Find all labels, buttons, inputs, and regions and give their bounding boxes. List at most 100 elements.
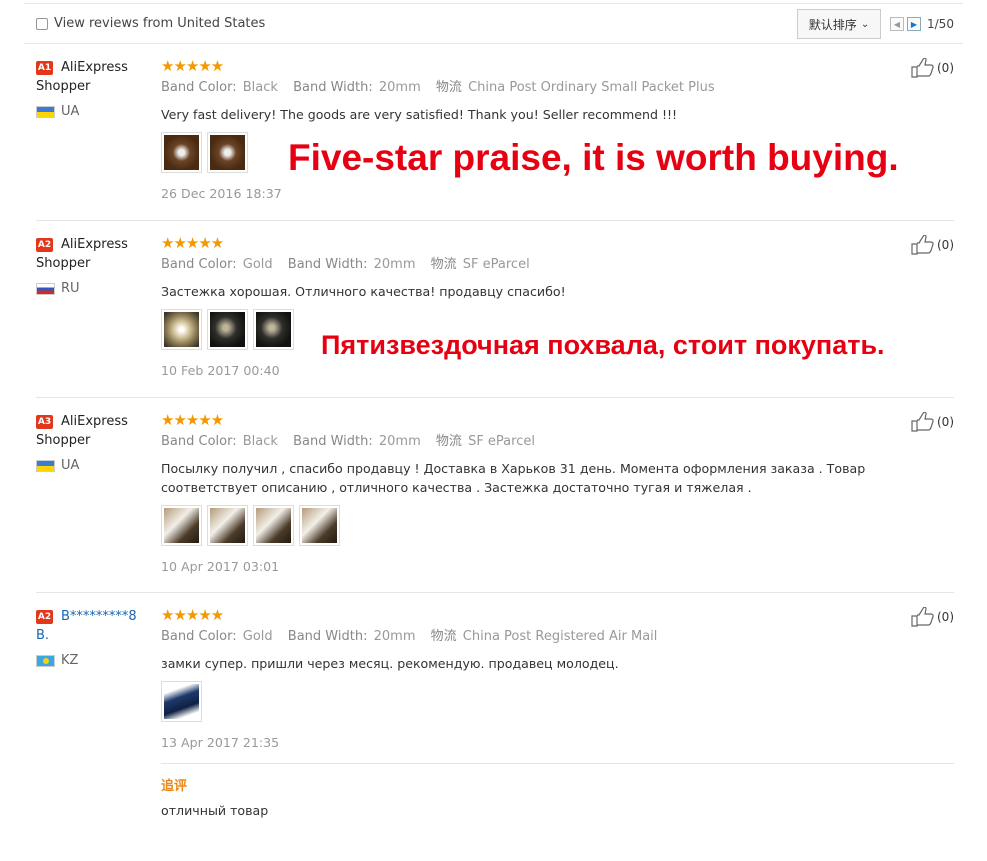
review-photo[interactable]	[207, 309, 248, 350]
review-photo[interactable]	[161, 309, 202, 350]
review-photo[interactable]	[207, 132, 248, 173]
order-properties: Band Color: Gold Band Width: 20mm 物流 Chi…	[161, 629, 951, 645]
review-photo[interactable]	[207, 505, 248, 546]
reviewer-name-link[interactable]: B*********8	[61, 609, 137, 624]
review-body: ★★★★★ Band Color: Gold Band Width: 20mm …	[161, 607, 951, 750]
like-button[interactable]: (0)	[911, 412, 954, 432]
band-color-label: Band Color:	[161, 629, 237, 644]
level-badge: A2	[36, 238, 53, 252]
us-reviews-label: View reviews from United States	[54, 16, 266, 31]
review-photo[interactable]	[253, 505, 294, 546]
review-text: Посылку получил , спасибо продавцу ! Дос…	[161, 461, 866, 495]
reviewer-country: RU	[36, 279, 154, 298]
review-text: Very fast delivery! The goods are very s…	[161, 107, 678, 122]
review-body: ★★★★★ Band Color: Black Band Width: 20mm…	[161, 58, 951, 201]
order-properties: Band Color: Gold Band Width: 20mm 物流 SF …	[161, 257, 951, 273]
order-properties: Band Color: Black Band Width: 20mm 物流 SF…	[161, 434, 951, 450]
band-width-value: 20mm	[373, 257, 416, 272]
shipping-value: China Post Ordinary Small Packet Plus	[468, 80, 715, 95]
level-badge: A1	[36, 61, 53, 75]
reviewer-name: AliExpress	[61, 60, 128, 75]
band-color-value: Gold	[242, 629, 273, 644]
review-item: A3 AliExpress Shopper UA ★★★★★ Band Color…	[36, 411, 954, 593]
band-color-label: Band Color:	[161, 434, 237, 449]
sort-select[interactable]: 默认排序 ⌄	[797, 9, 881, 39]
band-width-value: 20mm	[378, 434, 421, 449]
pager: ◀ ▶ 1/50	[890, 17, 954, 31]
review-photo[interactable]	[161, 681, 202, 722]
reviewer-name-line2: Shopper	[36, 256, 91, 271]
band-width-label: Band Width:	[293, 434, 373, 449]
logistics-label: 物流	[435, 80, 462, 95]
kazakhstan-flag-icon	[36, 654, 55, 667]
band-color-value: Black	[242, 434, 278, 449]
reviewer: A2 AliExpress Shopper RU	[36, 235, 154, 298]
reviewer-name-line2: Shopper	[36, 433, 91, 448]
country-code: KZ	[61, 653, 79, 668]
reviewer-country: UA	[36, 102, 154, 121]
shipping-value: SF eParcel	[468, 434, 535, 449]
country-code: UA	[61, 104, 80, 119]
level-badge: A3	[36, 415, 53, 429]
country-code: RU	[61, 281, 80, 296]
review-item: A2 AliExpress Shopper RU ★★★★★ Band Color…	[36, 234, 954, 398]
like-button[interactable]: (0)	[911, 58, 954, 78]
level-badge: A2	[36, 610, 53, 624]
band-color-value: Gold	[242, 257, 273, 272]
star-rating: ★★★★★	[161, 411, 224, 429]
star-rating: ★★★★★	[161, 57, 224, 75]
us-reviews-checkbox[interactable]	[36, 17, 48, 30]
band-width-label: Band Width:	[287, 629, 368, 644]
next-arrow-icon[interactable]: ▶	[907, 17, 921, 31]
logistics-label: 物流	[435, 434, 462, 449]
like-count: (0)	[937, 61, 954, 75]
russia-flag-icon	[36, 282, 55, 295]
review-photo[interactable]	[161, 132, 202, 173]
review-text: Застежка хорошая. Отличного качества! пр…	[161, 284, 566, 299]
thumbs-up-icon	[911, 235, 934, 255]
page-indicator: 1/50	[927, 17, 954, 31]
like-count: (0)	[937, 415, 954, 429]
reviewer-country: UA	[36, 456, 154, 475]
thumbs-up-icon	[911, 58, 934, 78]
review-date: 26 Dec 2016 18:37	[161, 186, 282, 201]
prev-arrow-icon[interactable]: ◀	[890, 17, 904, 31]
additional-review-title: 追评	[161, 779, 188, 794]
reviewer-country: KZ	[36, 651, 154, 670]
review-photos	[161, 681, 951, 722]
logistics-label: 物流	[430, 629, 457, 644]
like-count: (0)	[937, 238, 954, 252]
reviewer-name-line2[interactable]: B.	[36, 628, 49, 643]
country-code: UA	[61, 458, 80, 473]
ukraine-flag-icon	[36, 105, 55, 118]
band-width-label: Band Width:	[293, 80, 373, 95]
review-text: замки супер. пришли через месяц. рекомен…	[161, 656, 619, 671]
promo-caption-russian: Пятизвездочная похвала, стоит покупать.	[321, 330, 885, 360]
review-photo[interactable]	[299, 505, 340, 546]
review-item: A2 B*********8 B. KZ ★★★★★ Band Color: Go…	[36, 607, 954, 757]
ukraine-flag-icon	[36, 459, 55, 472]
star-rating: ★★★★★	[161, 234, 224, 252]
star-rating: ★★★★★	[161, 606, 224, 624]
band-color-value: Black	[242, 80, 278, 95]
review-photo[interactable]	[161, 505, 202, 546]
thumbs-up-icon	[911, 607, 934, 627]
reviewer-name: AliExpress	[61, 237, 128, 252]
logistics-label: 物流	[430, 257, 457, 272]
reviewer-name: AliExpress	[61, 414, 128, 429]
like-button[interactable]: (0)	[911, 235, 954, 255]
us-reviews-filter[interactable]: View reviews from United States	[36, 16, 265, 31]
band-color-label: Band Color:	[161, 80, 237, 95]
shipping-value: SF eParcel	[462, 257, 530, 272]
reviewer: A3 AliExpress Shopper UA	[36, 412, 154, 475]
like-count: (0)	[937, 610, 954, 624]
sort-label: 默认排序	[808, 17, 857, 32]
review-photo[interactable]	[253, 309, 294, 350]
chevron-down-icon: ⌄	[860, 18, 870, 30]
additional-review-divider	[161, 763, 954, 764]
like-button[interactable]: (0)	[911, 607, 954, 627]
band-color-label: Band Color:	[161, 257, 237, 272]
band-width-value: 20mm	[373, 629, 416, 644]
band-width-label: Band Width:	[287, 257, 368, 272]
order-properties: Band Color: Black Band Width: 20mm 物流 Ch…	[161, 80, 951, 96]
